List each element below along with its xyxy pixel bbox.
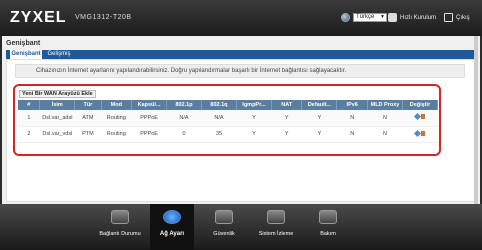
delete-icon[interactable] — [420, 130, 425, 136]
tab-bar: Genişbant Gelişmiş — [6, 50, 476, 59]
cell-num: 2 — [18, 126, 40, 143]
col-name: İsim — [39, 100, 76, 110]
cell-num: 1 — [18, 110, 40, 127]
nav-system-monitor[interactable]: Sistem İzleme — [254, 204, 298, 250]
content-area: Cihazınızın İnternet ayarlarını yapıland… — [6, 59, 476, 202]
nav-network-setting[interactable]: Ağ Ayarı — [150, 204, 194, 250]
gear-icon — [163, 210, 181, 224]
model-name: VMG1312-T20B — [75, 14, 132, 21]
page-title: Genişbant — [6, 40, 41, 47]
col-nat: NAT — [271, 100, 303, 110]
language-selector[interactable]: Türkçe — [341, 13, 387, 22]
col-8021q: 802.1q — [201, 100, 237, 110]
edit-icon[interactable] — [413, 113, 422, 121]
col-num: # — [18, 100, 41, 110]
chart-icon — [267, 210, 285, 224]
table-row: 1 Dsl.var_adsl ATM Routing PPPoE N/A N/A… — [18, 110, 438, 127]
zyxel-logo: ZYXEL — [10, 9, 67, 26]
table-header-row: # İsim Tür Mod Kapsül... 802.1p 802.1q I… — [18, 100, 439, 110]
delete-icon[interactable] — [420, 114, 425, 120]
cell-igmp: Y — [236, 126, 272, 143]
cell-8021q: N/A — [201, 110, 237, 127]
logout-label: Çıkış — [456, 14, 470, 21]
cell-encap: PPPoE — [131, 126, 167, 143]
toolbox-icon — [319, 210, 337, 224]
cell-type: PTM — [74, 126, 101, 143]
cell-mode: Routing — [101, 126, 132, 143]
wan-interface-section: Yeni Bir WAN Arayüzü Ekle # İsim Tür Mod… — [13, 84, 441, 156]
bottom-nav: Bağlantı Durumu Ağ Ayarı Güvenlik Sistem… — [0, 204, 482, 250]
wizard-icon — [388, 13, 397, 22]
cell-default: Y — [301, 126, 337, 143]
cell-actions — [402, 110, 438, 127]
col-modify: Değiştir — [402, 100, 439, 110]
cell-mld: N — [367, 126, 403, 143]
col-mld: MLD Proxy — [367, 100, 403, 110]
cell-nat: Y — [271, 110, 302, 127]
logout-button[interactable]: Çıkış — [444, 13, 470, 22]
wan-table: # İsim Tür Mod Kapsül... 802.1p 802.1q I… — [18, 100, 439, 143]
main-panel: Genişbant Genişbant Gelişmiş Cihazınızın… — [2, 36, 480, 204]
nav-label: Güvenlik — [213, 231, 235, 237]
cell-name: Dsl.var_vdsl — [39, 126, 75, 143]
scrollbar[interactable] — [474, 36, 478, 204]
nav-label: Bağlantı Durumu — [99, 231, 141, 237]
cell-encap: PPPoE — [131, 110, 167, 127]
nav-label: Ağ Ayarı — [159, 231, 185, 237]
cell-actions — [402, 126, 438, 143]
nav-security[interactable]: Güvenlik — [202, 204, 246, 250]
top-bar: ZYXEL VMG1312-T20B Türkçe Hızlı Kurulum … — [0, 0, 482, 36]
cell-8021q: 35 — [201, 126, 237, 143]
col-mode: Mod — [101, 100, 133, 110]
table-row: 2 Dsl.var_vdsl PTM Routing PPPoE 0 35 Y … — [18, 126, 438, 143]
tab-advanced[interactable]: Gelişmiş — [44, 50, 74, 59]
cell-mld: N — [367, 110, 403, 127]
cell-mode: Routing — [101, 110, 132, 127]
nav-label: Sistem İzleme — [258, 231, 294, 237]
language-select[interactable]: Türkçe — [353, 13, 387, 22]
col-8021p: 802.1p — [166, 100, 202, 110]
edit-icon[interactable] — [413, 129, 422, 137]
add-wan-interface-button[interactable]: Yeni Bir WAN Arayüzü Ekle — [19, 90, 96, 98]
shield-icon — [215, 210, 233, 224]
globe-icon — [341, 13, 350, 22]
quick-setup-label: Hızlı Kurulum — [400, 14, 437, 21]
col-type: Tür — [74, 100, 102, 110]
col-ipv6: IPv6 — [336, 100, 368, 110]
cell-nat: Y — [271, 126, 302, 143]
cell-type: ATM — [74, 110, 101, 127]
quick-setup-button[interactable]: Hızlı Kurulum — [388, 13, 436, 22]
cell-igmp: Y — [236, 110, 272, 127]
exit-icon — [444, 13, 453, 22]
browser-frame: ZYXEL VMG1312-T20B Türkçe Hızlı Kurulum … — [0, 0, 482, 250]
cell-8021p: 0 — [166, 126, 202, 143]
col-igmp: IgmpPr... — [236, 100, 272, 110]
cell-default: Y — [301, 110, 337, 127]
col-default: Default... — [301, 100, 338, 110]
cell-ipv6: N — [336, 126, 368, 143]
monitor-icon — [111, 210, 129, 224]
nav-maintenance[interactable]: Bakım — [306, 204, 350, 250]
cell-ipv6: N — [336, 110, 368, 127]
col-encap: Kapsül... — [131, 100, 168, 110]
nav-connection-status[interactable]: Bağlantı Durumu — [98, 204, 142, 250]
nav-label: Bakım — [320, 231, 336, 237]
tab-broadband[interactable]: Genişbant — [10, 50, 42, 59]
cell-8021p: N/A — [166, 110, 202, 127]
info-message: Cihazınızın İnternet ayarlarını yapıland… — [15, 64, 465, 78]
cell-name: Dsl.var_adsl — [39, 110, 75, 127]
